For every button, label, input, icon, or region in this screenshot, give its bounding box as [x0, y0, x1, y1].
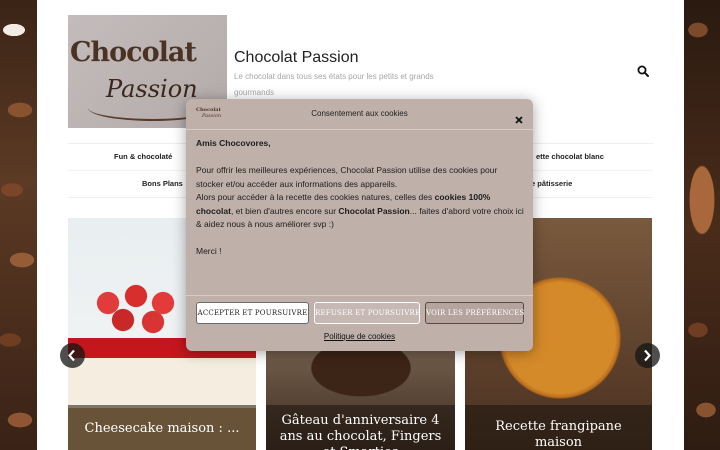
refuse-cookies-button[interactable]: REFUSER ET POURSUIVRE: [314, 302, 420, 324]
chevron-right-icon[interactable]: [635, 343, 660, 368]
site-title[interactable]: Chocolat Passion: [234, 49, 359, 67]
modal-thanks: Merci !: [196, 246, 222, 256]
modal-intro-text: Pour offrir les meilleures expériences, …: [196, 165, 498, 189]
cookie-policy-link[interactable]: Politique de cookies: [186, 332, 533, 341]
modal-body: Amis Chocovores, Pour offrir les meilleu…: [196, 137, 526, 259]
modal-divider: [186, 129, 533, 130]
logo-text-chocolat: Chocolat: [70, 37, 197, 68]
slide-caption[interactable]: Cheesecake maison : ...: [68, 405, 256, 450]
modal-divider: [186, 295, 533, 296]
modal-greeting: Amis Chocovores,: [196, 138, 271, 148]
right-background-image: [684, 0, 720, 450]
recipe-text-part: , et bien d'autres encore sur: [230, 205, 339, 216]
slide-caption[interactable]: Gâteau d'anniversaire 4 ans au chocolat,…: [266, 405, 455, 450]
chevron-left-icon[interactable]: [60, 343, 85, 368]
accept-cookies-button[interactable]: ACCEPTER ET POURSUIVRE: [196, 302, 309, 324]
nav-item-chocolat-blanc[interactable]: ette chocolat blanc: [536, 152, 604, 161]
search-icon[interactable]: [637, 64, 651, 78]
site-tagline: Le chocolat dans tous ses états pour les…: [234, 72, 434, 97]
modal-recipe-text: Alors pour accéder à la recette des cook…: [196, 191, 526, 232]
close-icon[interactable]: [515, 111, 523, 124]
recipe-text-bold: Chocolat Passion: [338, 205, 410, 216]
modal-title: Consentement aux cookies: [311, 109, 408, 118]
nav-item-fun-chocolate[interactable]: Fun & chocolaté: [114, 152, 172, 161]
slide-caption[interactable]: Recette frangipane maison: [465, 405, 652, 450]
left-background-image: [0, 0, 37, 450]
nav-item-bons-plans[interactable]: Bons Plans: [142, 179, 183, 188]
view-preferences-button[interactable]: VOIR LES PRÉFÉRENCES: [425, 302, 524, 324]
cookie-consent-dialog: Chocolat Passion Consentement aux cookie…: [186, 99, 533, 351]
nav-item-patisserie[interactable]: e pâtisserie: [531, 179, 572, 188]
recipe-text-part: Alors pour accéder à la recette des cook…: [196, 192, 435, 202]
